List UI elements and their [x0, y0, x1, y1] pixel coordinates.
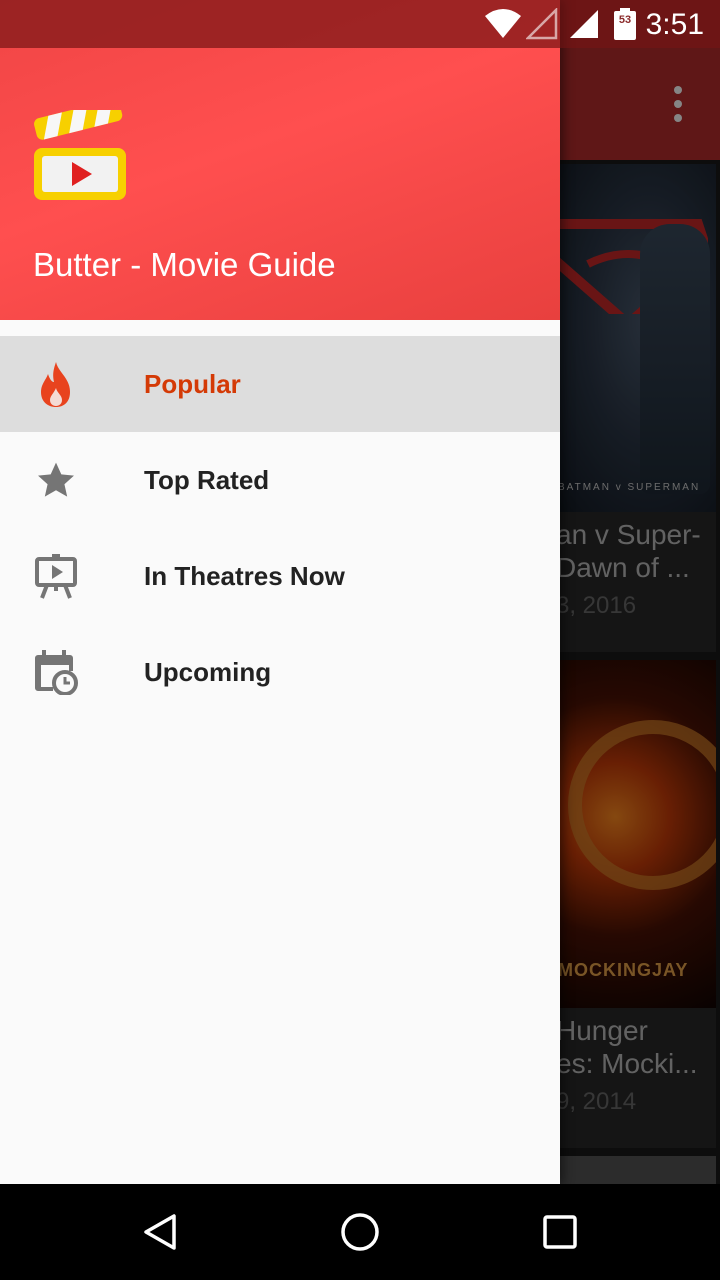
- battery-level: 53: [618, 14, 632, 26]
- nav-item-label: In Theatres Now: [144, 561, 345, 591]
- home-circle-icon: [341, 1213, 379, 1251]
- fire-icon: [32, 360, 80, 408]
- theater-icon: [32, 552, 80, 600]
- status-bar: 53 3:51: [0, 0, 720, 48]
- clapperboard-logo-icon: [34, 110, 126, 200]
- system-navigation-bar: [0, 1184, 720, 1280]
- nav-item-label: Popular: [144, 369, 241, 399]
- navigation-drawer: Butter - Movie Guide Popular Top Rated I…: [0, 0, 560, 1184]
- nav-item-popular[interactable]: Popular: [0, 336, 560, 432]
- star-icon: [32, 456, 80, 504]
- nav-item-top-rated[interactable]: Top Rated: [0, 432, 560, 528]
- nav-item-label: Top Rated: [144, 465, 270, 495]
- battery-icon: 53: [614, 8, 636, 40]
- back-triangle-icon: [144, 1214, 176, 1250]
- drawer-header: Butter - Movie Guide: [0, 0, 560, 320]
- wifi-icon: [485, 9, 521, 38]
- back-button[interactable]: [136, 1208, 184, 1256]
- signal-empty-icon: [526, 8, 558, 40]
- recents-square-icon: [543, 1215, 577, 1249]
- nav-item-upcoming[interactable]: Upcoming: [0, 624, 560, 720]
- home-button[interactable]: [336, 1208, 384, 1256]
- status-bar-drawer-overlay: [0, 0, 560, 48]
- calendar-clock-icon: [32, 648, 80, 696]
- app-title: Butter - Movie Guide: [33, 246, 336, 283]
- recents-button[interactable]: [536, 1208, 584, 1256]
- cell-signal-icon: [570, 10, 598, 38]
- nav-item-label: Upcoming: [144, 657, 272, 687]
- nav-item-in-theatres-now[interactable]: In Theatres Now: [0, 528, 560, 624]
- clock: 3:51: [645, 8, 704, 41]
